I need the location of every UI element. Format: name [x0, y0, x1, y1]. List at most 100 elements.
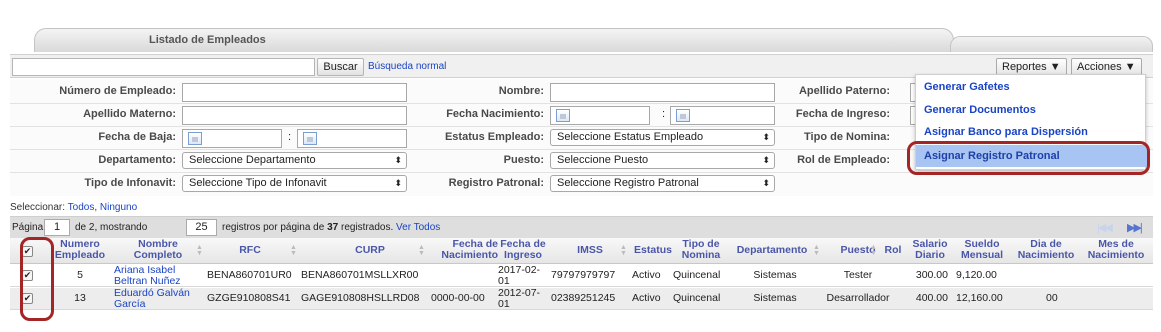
- col-estatus[interactable]: Estatus: [628, 245, 678, 256]
- fecha-nacimiento-from[interactable]: [550, 106, 650, 125]
- cell-nombre[interactable]: Ariana Isabel Beltran Nuñez: [114, 265, 181, 287]
- cell-departamento: Sistemas: [753, 292, 797, 304]
- numero-empleado-input[interactable]: [182, 83, 407, 102]
- sort-icon[interactable]: ▲ ▼: [620, 244, 627, 257]
- select-none-link[interactable]: Ninguno: [100, 202, 137, 213]
- table-row[interactable]: ✔ 13 Eduardó Galván García GZGE910808S41 …: [10, 288, 1153, 310]
- calendar-icon[interactable]: [303, 132, 317, 145]
- cell-fecha-nac: 0000-00-00: [431, 292, 485, 304]
- col-fecha-nacimiento[interactable]: Fecha de Nacimiento: [428, 239, 498, 261]
- calendar-icon[interactable]: [676, 109, 690, 122]
- departamento-label: Departamento:: [98, 154, 176, 166]
- cell-tipo-nomina: Quincenal: [673, 292, 721, 304]
- nombre-input[interactable]: [550, 83, 775, 102]
- total-records: 37: [327, 222, 339, 233]
- col-dia-nacimiento[interactable]: Dia de Nacimiento: [1012, 239, 1080, 261]
- per-page-text: registros por página de 37 registrados. …: [222, 222, 440, 233]
- select-arrow-icon: ⬍: [762, 132, 770, 142]
- tipo-infonavit-select[interactable]: Seleccione Tipo de Infonavit ⬍: [182, 175, 407, 192]
- cell-fecha-ing-l2: 01: [498, 275, 510, 287]
- col-numero-empleado[interactable]: Numero Empleado: [50, 239, 110, 261]
- cell-fecha-ing-l2: 01: [498, 298, 510, 310]
- col-curp[interactable]: CURP: [330, 245, 410, 256]
- apellido-materno-label: Apellido Materno:: [83, 108, 176, 120]
- departamento-select[interactable]: Seleccione Departamento ⬍: [182, 152, 407, 169]
- page-label: Página: [12, 222, 44, 233]
- col-rol[interactable]: Rol: [878, 245, 908, 256]
- estatus-empleado-value: Seleccione Estatus Empleado: [557, 131, 704, 143]
- sort-icon[interactable]: ▲ ▼: [290, 244, 297, 257]
- col-salario-diario[interactable]: Salario Diario: [908, 239, 952, 261]
- registro-patronal-select[interactable]: Seleccione Registro Patronal ⬍: [550, 175, 775, 192]
- cell-departamento: Sistemas: [753, 269, 797, 281]
- estatus-empleado-select[interactable]: Seleccione Estatus Empleado ⬍: [550, 129, 775, 146]
- cell-sueldo: 12,160.00: [956, 292, 1003, 304]
- fecha-baja-to[interactable]: [297, 129, 407, 148]
- col-numero-l2: Empleado: [54, 249, 106, 261]
- calendar-icon[interactable]: [188, 132, 202, 145]
- sort-icon[interactable]: ▲ ▼: [870, 244, 877, 257]
- registro-patronal-value: Seleccione Registro Patronal: [557, 177, 699, 189]
- registros-text: registros por página de: [222, 222, 325, 233]
- col-sueldo-mensual[interactable]: Sueldo Mensual: [952, 239, 1012, 261]
- puesto-value: Seleccione Puesto: [557, 154, 649, 166]
- cell-imss: 79797979797: [551, 269, 616, 281]
- normal-search-link[interactable]: Búsqueda normal: [368, 61, 446, 72]
- annotation-highlight-checkboxes: [20, 237, 54, 321]
- search-button[interactable]: Buscar: [317, 58, 364, 76]
- select-arrow-icon: ⬍: [394, 178, 402, 188]
- puesto-select[interactable]: Seleccione Puesto ⬍: [550, 152, 775, 169]
- sort-icon[interactable]: ▲ ▼: [418, 244, 425, 257]
- sort-icon[interactable]: ▲ ▼: [813, 244, 820, 257]
- calendar-icon[interactable]: [556, 109, 570, 122]
- menu-item-generar-gafetes[interactable]: Generar Gafetes: [916, 76, 1147, 98]
- col-fecha-ingreso[interactable]: Fecha de Ingreso: [498, 239, 548, 261]
- cell-numero: 13: [74, 292, 86, 304]
- fecha-nacimiento-to[interactable]: [670, 106, 775, 125]
- col-nombre[interactable]: Nombre Completo: [128, 239, 188, 261]
- panel-title: Listado de Empleados: [149, 34, 266, 46]
- ver-todos-link[interactable]: Ver Todos: [396, 222, 440, 233]
- col-salario-l2: Diario: [915, 249, 945, 261]
- first-page-icon[interactable]: |◀◀: [1097, 221, 1113, 234]
- col-departamento[interactable]: Departamento: [732, 245, 812, 256]
- apellido-materno-input[interactable]: [182, 106, 407, 125]
- tipo-infonavit-value: Seleccione Tipo de Infonavit: [189, 177, 327, 189]
- select-all-link[interactable]: Todos: [68, 202, 95, 213]
- date-separator: :: [288, 131, 292, 143]
- sort-icon[interactable]: ▲ ▼: [196, 244, 203, 257]
- menu-item-asignar-banco[interactable]: Asignar Banco para Dispersión: [916, 121, 1147, 143]
- fecha-ingreso-label: Fecha de Ingreso:: [795, 108, 890, 120]
- tipo-nomina-label: Tipo de Nomina:: [804, 131, 890, 143]
- tipo-infonavit-label: Tipo de Infonavit:: [84, 177, 176, 189]
- col-sueldo-l2: Mensual: [960, 249, 1003, 261]
- panel-title-tab: Listado de Empleados: [34, 28, 954, 52]
- table-row[interactable]: ✔ 5 Ariana Isabel Beltran Nuñez BENA86070…: [10, 265, 1153, 287]
- page-of-text: de 2, mostrando: [75, 222, 148, 233]
- fecha-baja-from[interactable]: [182, 129, 282, 148]
- col-tipo-nomina[interactable]: Tipo de Nomina: [672, 239, 730, 261]
- departamento-value: Seleccione Departamento: [189, 154, 316, 166]
- cell-estatus: Activo: [632, 269, 661, 281]
- per-page-input[interactable]: 25: [186, 219, 217, 236]
- search-input[interactable]: [12, 58, 315, 76]
- filter-row-5: Tipo de Infonavit: Seleccione Tipo de In…: [10, 173, 1153, 195]
- menu-item-generar-documentos[interactable]: Generar Documentos: [916, 99, 1147, 121]
- puesto-label: Puesto:: [503, 154, 544, 166]
- cell-salario: 300.00: [915, 269, 948, 281]
- last-page-icon[interactable]: ▶▶|: [1127, 221, 1143, 234]
- fecha-baja-label: Fecha de Baja:: [98, 131, 176, 143]
- page-input[interactable]: 1: [44, 219, 70, 236]
- registro-patronal-label: Registro Patronal:: [448, 177, 544, 189]
- cell-numero: 5: [77, 269, 83, 281]
- cell-nombre[interactable]: Eduardó Galván García: [114, 288, 190, 310]
- table-header: ✔ Numero Empleado Nombre Completo ▲ ▼ RFC ▲…: [10, 238, 1153, 264]
- cell-fecha-ing: 2012-07- 01: [498, 288, 540, 310]
- annotation-highlight-menu: [907, 141, 1150, 175]
- col-rfc[interactable]: RFC: [220, 245, 280, 256]
- col-imss[interactable]: IMSS: [560, 245, 620, 256]
- panel-title-bar-right: [950, 36, 1153, 52]
- date-separator: :: [662, 108, 666, 120]
- col-mes-nacimiento[interactable]: Mes de Nacimiento: [1082, 239, 1150, 261]
- cell-salario: 400.00: [915, 292, 948, 304]
